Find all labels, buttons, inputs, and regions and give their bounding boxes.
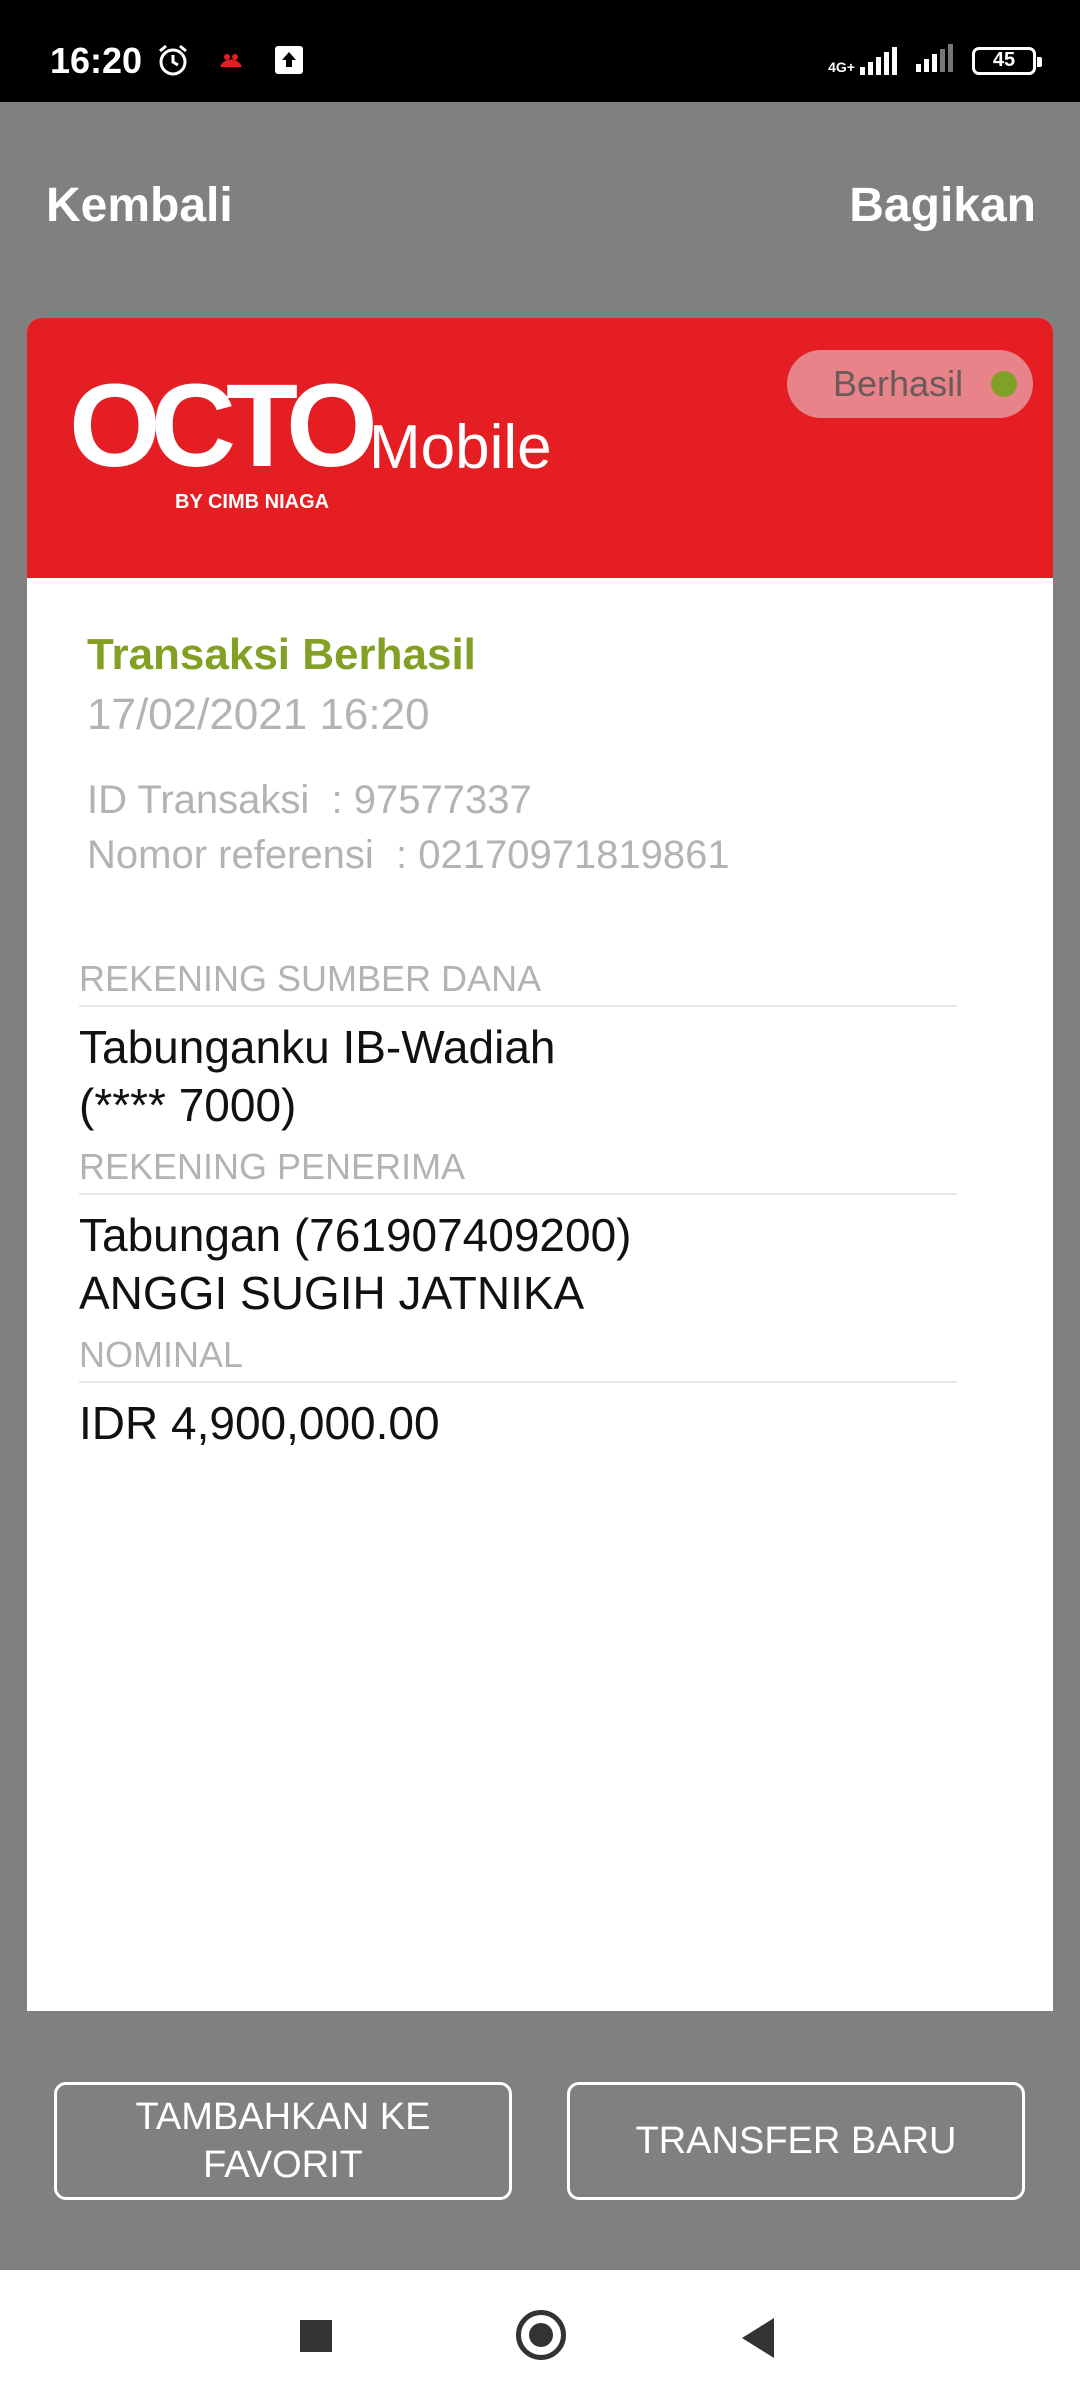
status-badge-label: Berhasil [833,363,964,404]
logo-byline-text: BY CIMB NIAGA [175,491,329,513]
back-triangle-icon[interactable] [742,2318,774,2358]
divider [79,1193,957,1195]
status-right-icons: 4G+ 45 [828,44,1042,77]
back-button[interactable]: Kembali [46,178,233,233]
recipient-name: ANGGI SUGIH JATNIKA [79,1267,585,1319]
logo-octo-text: OCTO [69,368,373,492]
alarm-icon [155,42,191,78]
amount-label: NOMINAL [79,1334,244,1375]
battery-icon: 45 [972,46,1042,75]
source-account-name: Tabunganku IB-Wadiah [79,1021,556,1073]
share-button[interactable]: Bagikan [849,178,1036,233]
battery-level: 45 [992,49,1016,71]
status-left-icons [155,42,307,78]
signal-4g-icon: 4G+ [828,46,898,75]
receipt-header: OCTO Mobile BY CIMB NIAGA Berhasil [27,318,1053,578]
add-to-favorite-label-line2: FAVORIT [203,2144,363,2186]
transaction-title: Transaksi Berhasil [87,630,476,679]
divider [79,1381,957,1383]
transaction-datetime: 17/02/2021 16:20 [87,690,430,739]
notification-icon [213,42,249,78]
signal-icon [916,44,954,77]
logo-mobile-text: Mobile [369,413,552,482]
receipt-card: OCTO Mobile BY CIMB NIAGA Berhasil Trans… [27,318,1053,2011]
amount-value: IDR 4,900,000.00 [79,1397,440,1449]
source-account-label: REKENING SUMBER DANA [79,958,542,999]
status-time: 16:20 [50,40,143,81]
transaction-id: ID Transaksi : 97577337 [87,778,532,822]
home-icon[interactable] [516,2310,566,2360]
add-to-favorite-label-line1: TAMBAHKAN KE [135,2096,431,2138]
recents-icon[interactable] [300,2320,332,2352]
octo-mobile-logo: OCTO Mobile BY CIMB NIAGA [69,360,589,528]
status-bar: 16:20 4G+ 45 [0,0,1080,102]
add-to-favorite-label: TAMBAHKAN KE FAVORIT [136,2093,431,2189]
recipient-account-label: REKENING PENERIMA [79,1146,466,1187]
status-badge: Berhasil [787,350,1033,418]
new-transfer-button[interactable]: TRANSFER BARU [567,2082,1025,2200]
source-account-number: (**** 7000) [79,1079,297,1131]
recipient-account-number: Tabungan (761907409200) [79,1209,632,1261]
divider [79,1005,957,1007]
status-dot-icon [991,371,1017,397]
reference-number: Nomor referensi : 02170971819861 [87,833,730,877]
network-type-label: 4G+ [828,58,855,75]
add-to-favorite-button[interactable]: TAMBAHKAN KE FAVORIT [54,2082,512,2200]
upload-icon [271,42,307,78]
